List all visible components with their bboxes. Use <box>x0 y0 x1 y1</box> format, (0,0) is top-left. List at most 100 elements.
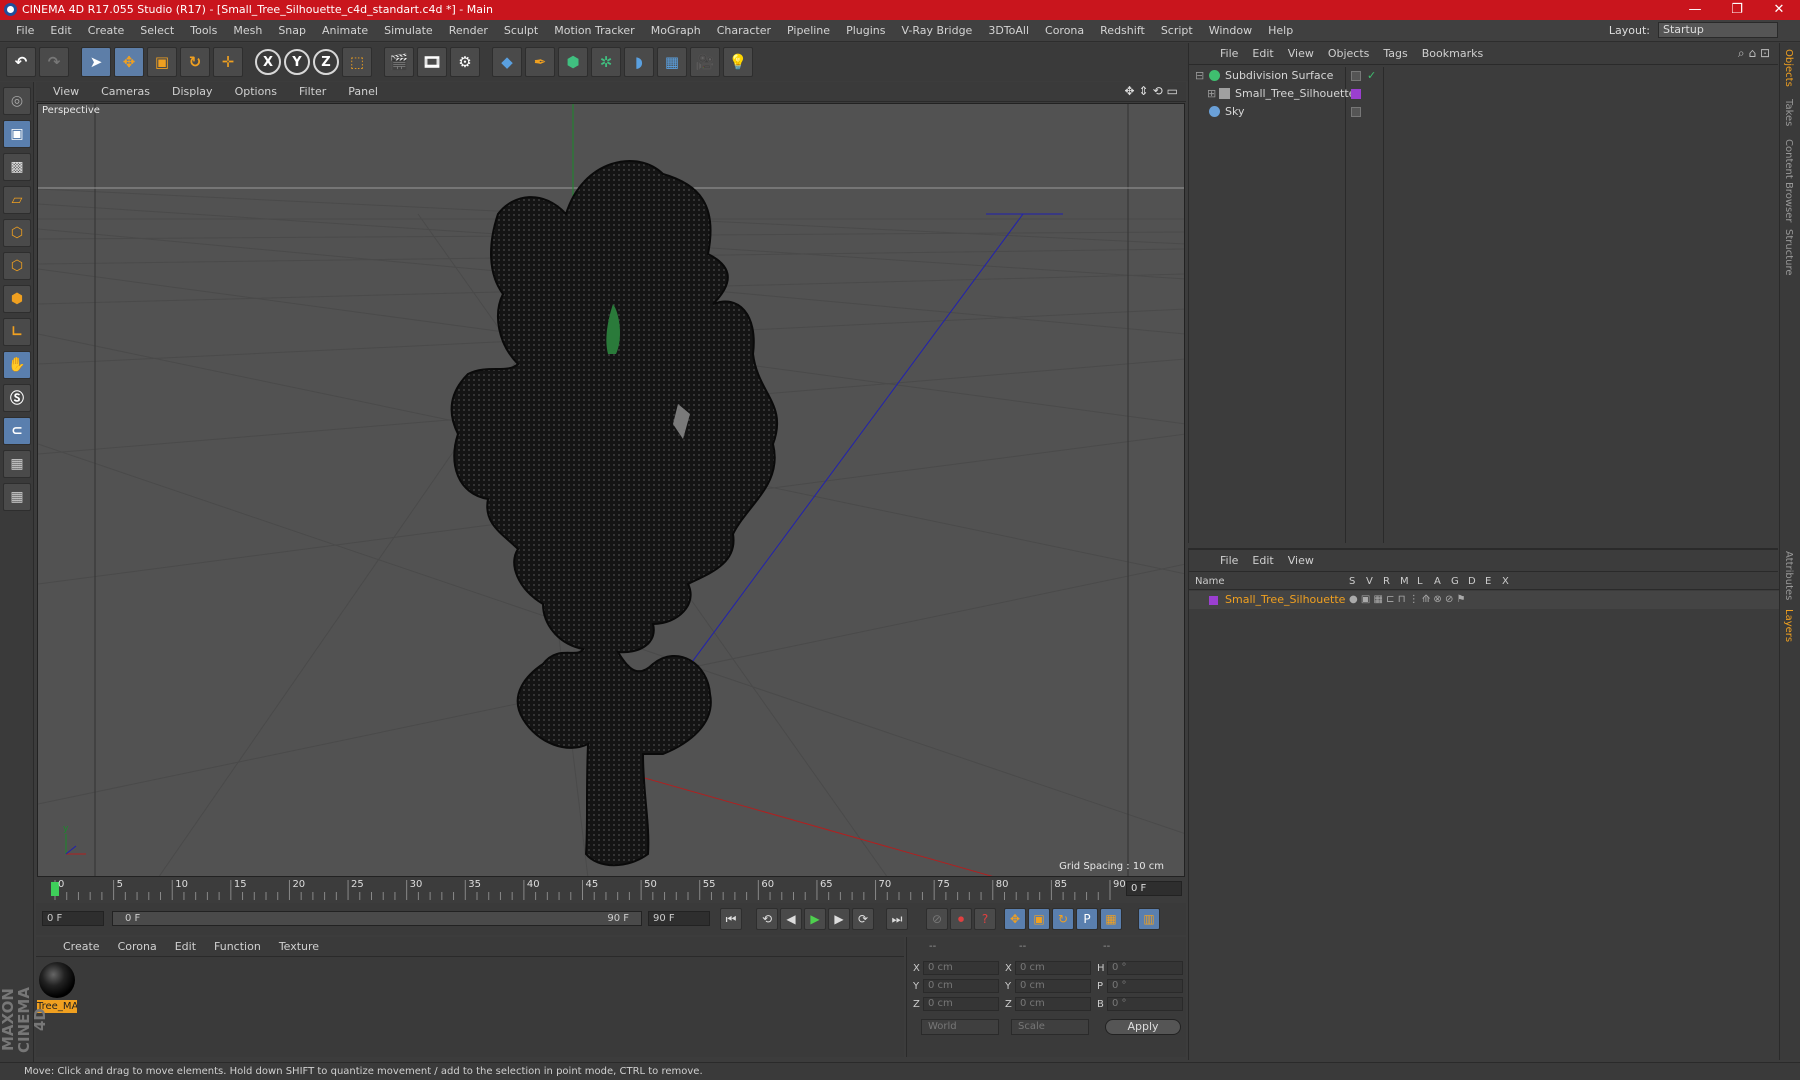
next-key-icon[interactable]: ⟳ <box>852 908 874 930</box>
objects-menu-objects[interactable]: Objects <box>1321 47 1377 60</box>
current-frame-field[interactable]: 0 F <box>1126 881 1182 896</box>
objects-menu-file[interactable]: File <box>1213 47 1245 60</box>
camera-icon[interactable]: 🎥 <box>690 47 720 77</box>
rotate-tool-icon[interactable]: ↻ <box>180 47 210 77</box>
tab-structure[interactable]: Structure <box>1783 229 1794 276</box>
layers-menu-file[interactable]: File <box>1213 554 1245 567</box>
layer-color-swatch[interactable] <box>1209 596 1218 605</box>
material-swatch-tree[interactable] <box>39 962 75 998</box>
start-frame-field[interactable]: 0 F <box>42 911 104 926</box>
size-x-field[interactable]: 0 cm <box>1015 961 1091 975</box>
key-parameter-icon[interactable]: P <box>1076 908 1098 930</box>
select-arrow-icon[interactable]: ➤ <box>81 47 111 77</box>
viewport-menu-display[interactable]: Display <box>161 85 224 98</box>
next-frame-icon[interactable]: ▶ <box>828 908 850 930</box>
tab-objects[interactable]: Objects <box>1783 49 1794 87</box>
enabled-check-icon[interactable]: ✓ <box>1367 67 1376 85</box>
rotation-b-field[interactable]: 0 ° <box>1107 997 1183 1011</box>
close-button[interactable]: ✕ <box>1758 0 1800 20</box>
autokey-icon[interactable]: ⏺ <box>950 908 972 930</box>
menu-help[interactable]: Help <box>1260 24 1301 37</box>
key-scale-icon[interactable]: ▣ <box>1028 908 1050 930</box>
apply-button[interactable]: Apply <box>1105 1019 1181 1035</box>
frame-range-slider[interactable]: 0 F 90 F <box>112 911 642 926</box>
menu-file[interactable]: File <box>8 24 42 37</box>
material-menu-corona[interactable]: Corona <box>109 940 166 953</box>
menu-script[interactable]: Script <box>1153 24 1201 37</box>
coordinate-system-icon[interactable]: ⬚ <box>342 47 372 77</box>
size-mode-dropdown[interactable]: Scale <box>1011 1019 1089 1035</box>
layers-menu-edit[interactable]: Edit <box>1245 554 1280 567</box>
layer-toggles[interactable]: ● ▣ ▦ ⊏ ⊓ ⋮ ⟰ ⊗ ⊘ ⚑ <box>1349 591 1466 609</box>
snap-magnet-icon[interactable]: ⊂ <box>3 417 31 445</box>
go-to-end-icon[interactable]: ⏭ <box>886 908 908 930</box>
material-menu-texture[interactable]: Texture <box>270 940 328 953</box>
solo-icon[interactable]: Ⓢ <box>3 384 31 412</box>
layers-menu-view[interactable]: View <box>1281 554 1321 567</box>
y-axis-lock-icon[interactable]: Y <box>284 49 310 75</box>
live-selection-icon[interactable]: ✛ <box>213 47 243 77</box>
layer-color-tag[interactable] <box>1351 89 1361 99</box>
spline-pen-icon[interactable]: ✒ <box>525 47 555 77</box>
toggle-panel-icon[interactable]: ▭ <box>1167 84 1178 98</box>
position-x-field[interactable]: 0 cm <box>923 961 999 975</box>
layout-select[interactable]: Startup <box>1658 22 1778 38</box>
x-axis-lock-icon[interactable]: X <box>255 49 281 75</box>
menu-mograph[interactable]: MoGraph <box>643 24 709 37</box>
menu-edit[interactable]: Edit <box>42 24 79 37</box>
menu-tools[interactable]: Tools <box>182 24 225 37</box>
viewport-menu-filter[interactable]: Filter <box>288 85 337 98</box>
size-z-field[interactable]: 0 cm <box>1015 997 1091 1011</box>
rotation-h-field[interactable]: 0 ° <box>1107 961 1183 975</box>
z-axis-lock-icon[interactable]: Z <box>313 49 339 75</box>
viewport-menu-cameras[interactable]: Cameras <box>90 85 161 98</box>
minimize-button[interactable]: — <box>1674 0 1716 20</box>
move-tool-icon[interactable]: ✥ <box>114 47 144 77</box>
perspective-viewport[interactable]: y Perspective Grid Spacing : 10 cm <box>37 103 1185 877</box>
light-icon[interactable]: 💡 <box>723 47 753 77</box>
search-icon[interactable]: ⌕ <box>1738 46 1745 60</box>
viewport-menu-panel[interactable]: Panel <box>337 85 389 98</box>
objects-menu-bookmarks[interactable]: Bookmarks <box>1415 47 1490 60</box>
points-mode-icon[interactable]: ⬡ <box>3 219 31 247</box>
rotation-p-field[interactable]: 0 ° <box>1107 979 1183 993</box>
end-frame-field[interactable]: 90 F <box>648 911 710 926</box>
model-mode-icon[interactable]: ▣ <box>3 120 31 148</box>
dolly-view-icon[interactable]: ⇕ <box>1139 84 1149 98</box>
scale-tool-icon[interactable]: ▣ <box>147 47 177 77</box>
objects-menu-tags[interactable]: Tags <box>1376 47 1414 60</box>
redo-icon[interactable]: ↷ <box>39 47 69 77</box>
axis-mode-icon[interactable]: ∟ <box>3 318 31 346</box>
object-row-subdivision-surface[interactable]: ⊟ Subdivision Surface ✓ <box>1189 67 1779 85</box>
rotate-view-icon[interactable]: ⟲ <box>1153 84 1163 98</box>
render-view-icon[interactable]: 🎬 <box>384 47 414 77</box>
coordinate-space-dropdown[interactable]: World <box>921 1019 999 1035</box>
workplane-icon[interactable]: ▱ <box>3 186 31 214</box>
layer-row-small-tree-silhouette[interactable]: Small_Tree_Silhouette ● ▣ ▦ ⊏ ⊓ ⋮ ⟰ ⊗ ⊘ … <box>1189 591 1779 609</box>
menu-animate[interactable]: Animate <box>314 24 376 37</box>
previous-key-icon[interactable]: ⟲ <box>756 908 778 930</box>
layer-tag-icon[interactable] <box>1351 107 1361 117</box>
polygons-mode-icon[interactable]: ⬢ <box>3 285 31 313</box>
tab-layers[interactable]: Layers <box>1783 609 1794 642</box>
menu-motion-tracker[interactable]: Motion Tracker <box>546 24 642 37</box>
menu-pipeline[interactable]: Pipeline <box>779 24 838 37</box>
menu-simulate[interactable]: Simulate <box>376 24 441 37</box>
render-picture-viewer-icon[interactable]: 🎞 <box>417 47 447 77</box>
cube-object-icon[interactable]: ◆ <box>492 47 522 77</box>
render-settings-icon[interactable]: ⚙ <box>450 47 480 77</box>
texture-mode-icon[interactable]: ▩ <box>3 153 31 181</box>
workplane-lock-icon[interactable]: ▦ <box>3 450 31 478</box>
tab-content-browser[interactable]: Content Browser <box>1783 139 1794 222</box>
cloner-icon[interactable]: ✲ <box>591 47 621 77</box>
layer-tag-icon[interactable] <box>1351 71 1361 81</box>
tree-silhouette-mesh[interactable] <box>450 160 779 867</box>
go-to-start-icon[interactable]: ⏮ <box>720 908 742 930</box>
tweak-mode-icon[interactable]: ✋ <box>3 351 31 379</box>
tab-takes[interactable]: Takes <box>1783 99 1794 126</box>
key-position-icon[interactable]: ✥ <box>1004 908 1026 930</box>
viewport-menu-options[interactable]: Options <box>224 85 288 98</box>
menu-3dtoall[interactable]: 3DToAll <box>980 24 1037 37</box>
menu-character[interactable]: Character <box>709 24 779 37</box>
menu-snap[interactable]: Snap <box>270 24 314 37</box>
